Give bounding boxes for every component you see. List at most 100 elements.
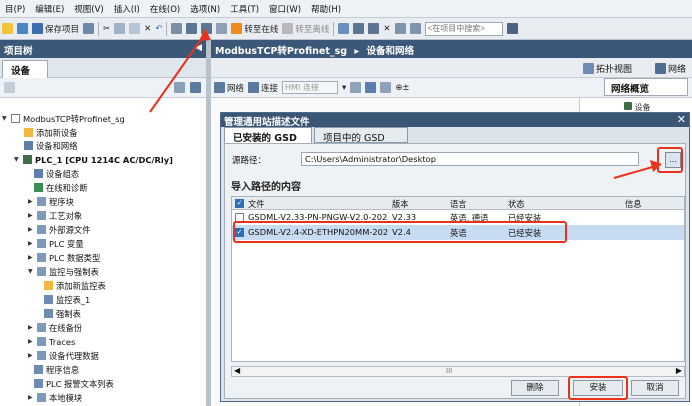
delete-button[interactable]: 删除 <box>511 380 559 396</box>
delete-icon[interactable]: ✕ <box>144 24 151 34</box>
menu-item[interactable]: 窗口(W) <box>264 3 306 15</box>
menu-item[interactable]: 编辑(E) <box>30 3 69 15</box>
save-project-button[interactable]: 保存项目 <box>32 23 79 35</box>
collapsed-arrow-icon[interactable]: ▶ <box>28 394 34 401</box>
menu-item[interactable]: 插入(I) <box>109 3 145 15</box>
collapsed-arrow-icon[interactable]: ▶ <box>28 254 34 261</box>
collapsed-arrow-icon[interactable]: ▶ <box>28 212 34 219</box>
tree-node-devices-networks[interactable]: 设备和网络 <box>24 139 78 152</box>
table-view-icon[interactable] <box>380 82 392 93</box>
download-icon[interactable] <box>186 23 198 34</box>
source-path-field[interactable]: C:\Users\Administrator\Desktop <box>301 152 639 166</box>
close-icon[interactable]: ✕ <box>677 113 686 126</box>
tree-node-plc-data-types[interactable]: ▶ PLC 数据类型 <box>28 251 100 264</box>
tree-node-online-diagnostics[interactable]: 在线和诊断 <box>34 181 88 194</box>
tree-view-icon[interactable] <box>4 82 15 93</box>
close-editor-icon[interactable]: ✕ <box>383 24 390 34</box>
scroll-right-icon[interactable]: ▶ <box>676 366 682 375</box>
simulation-icon[interactable] <box>216 23 228 34</box>
zoom-icon[interactable]: ⊕± <box>395 83 409 93</box>
undo-icon[interactable]: ↶ <box>155 24 162 34</box>
new-project-icon[interactable] <box>2 23 13 34</box>
tree-node-project[interactable]: ▼ ModbusTCP转Profinet_sg <box>2 112 125 125</box>
tree-node-technology-objects[interactable]: ▶ 工艺对象 <box>28 209 82 222</box>
tree-node-external-sources[interactable]: ▶ 外部源文件 <box>28 223 91 236</box>
search-icon[interactable] <box>506 23 518 34</box>
collapsed-arrow-icon[interactable]: ▶ <box>28 324 34 331</box>
copy-icon[interactable] <box>114 23 126 34</box>
menu-item[interactable]: 目(P) <box>0 3 30 15</box>
cancel-button[interactable]: 取消 <box>631 380 679 396</box>
column-language[interactable]: 语言 <box>450 198 467 210</box>
collapsed-arrow-icon[interactable]: ▶ <box>28 226 34 233</box>
tree-node-watch-table-1[interactable]: 监控表_1 <box>44 293 90 306</box>
collapsed-arrow-icon[interactable]: ▶ <box>28 198 34 205</box>
tree-node-device-proxy-data[interactable]: ▶ 设备代理数据 <box>28 349 99 362</box>
scroll-left-icon[interactable]: ◀ <box>234 366 240 375</box>
go-online-button[interactable]: 转至在线 <box>231 23 278 35</box>
column-info[interactable]: 信息 <box>625 198 642 210</box>
tree-node-force-table[interactable]: 强制表 <box>44 307 81 320</box>
cut-icon[interactable]: ✂ <box>103 24 110 34</box>
open-project-icon[interactable] <box>17 23 28 34</box>
relations-icon[interactable] <box>350 82 362 93</box>
collapsed-arrow-icon[interactable]: ▶ <box>28 240 34 247</box>
expanded-arrow-icon[interactable]: ▼ <box>2 115 8 122</box>
show-overview-icon[interactable] <box>190 82 201 93</box>
tree-node-online-backups[interactable]: ▶ 在线备份 <box>28 321 82 334</box>
tab-installed-gsd[interactable]: 已安装的 GSD <box>224 127 312 144</box>
tree-node-add-watch-table[interactable]: 添加新监控表 <box>44 279 106 292</box>
project-search-input[interactable] <box>424 21 503 36</box>
topology-view-tab[interactable]: 拓扑视图 <box>583 62 632 75</box>
connection-type-select[interactable]: HMI 连接 <box>282 81 339 94</box>
collapsed-arrow-icon[interactable]: ▶ <box>28 352 34 359</box>
tab-network-overview[interactable]: 网络概览 <box>604 78 688 96</box>
column-version[interactable]: 版本 <box>392 198 409 210</box>
cross-reference-icon[interactable] <box>353 23 365 34</box>
tab-devices[interactable]: 设备 <box>2 60 48 78</box>
select-all-checkbox[interactable]: ✓ <box>235 199 244 208</box>
column-status[interactable]: 状态 <box>508 198 525 210</box>
folder-icon <box>37 239 46 248</box>
expanded-arrow-icon[interactable]: ▼ <box>28 268 34 275</box>
compile-icon[interactable] <box>171 23 183 34</box>
accessible-devices-icon[interactable] <box>338 23 350 34</box>
tree-node-device-config[interactable]: 设备组态 <box>34 167 79 180</box>
tree-node-local-modules[interactable]: ▶ 本地模块 <box>28 391 82 404</box>
tree-node-plc-tags[interactable]: ▶ PLC 变量 <box>28 237 84 250</box>
menu-item[interactable]: 选项(N) <box>185 3 225 15</box>
go-offline-button[interactable]: 转至离线 <box>282 23 329 35</box>
tree-node-program-blocks[interactable]: ▶ 程序块 <box>28 195 74 208</box>
expanded-arrow-icon[interactable]: ▼ <box>14 156 20 163</box>
split-vertical-icon[interactable] <box>409 23 421 34</box>
tab-project-gsd[interactable]: 项目中的 GSD <box>314 127 408 144</box>
collapsed-arrow-icon[interactable]: ▶ <box>28 338 34 345</box>
chevron-down-icon[interactable]: ▾ <box>342 83 346 93</box>
network-button[interactable]: 网络 <box>214 82 244 94</box>
scroll-thumb[interactable]: III <box>446 367 452 375</box>
tree-node-program-info[interactable]: 程序信息 <box>34 363 79 376</box>
tree-node-alarm-text-lists[interactable]: PLC 报警文本列表 <box>34 377 114 390</box>
split-editor-icon[interactable] <box>368 23 380 34</box>
tree-node-traces[interactable]: ▶ Traces <box>28 335 75 348</box>
folder-icon <box>37 211 46 220</box>
column-file[interactable]: 文件 <box>248 198 265 210</box>
project-icon <box>11 114 20 123</box>
menu-item[interactable]: 在线(O) <box>145 3 185 15</box>
tree-node-watch-force-tables[interactable]: ▼ 监控与强制表 <box>28 265 99 278</box>
network-view-tab[interactable]: 网络 <box>655 62 686 75</box>
tree-node-plc[interactable]: ▼ PLC_1 [CPU 1214C AC/DC/Rly] <box>14 153 173 166</box>
project-tree-title: 项目树 ◀ <box>0 40 206 58</box>
paste-icon[interactable] <box>129 23 141 34</box>
menu-item[interactable]: 视图(V) <box>69 3 108 15</box>
grid-icon[interactable] <box>365 82 377 93</box>
upload-icon[interactable] <box>201 23 213 34</box>
menu-item[interactable]: 工具(T) <box>225 3 264 15</box>
collapse-panel-icon[interactable]: ◀ <box>195 43 202 53</box>
tree-node-add-device[interactable]: 添加新设备 <box>24 126 78 139</box>
menu-item[interactable]: 帮助(H) <box>306 3 346 15</box>
overview-grid-icon[interactable] <box>174 82 185 93</box>
split-horizontal-icon[interactable] <box>394 23 406 34</box>
connections-button[interactable]: 连接 <box>248 82 278 94</box>
print-icon[interactable] <box>83 23 95 34</box>
